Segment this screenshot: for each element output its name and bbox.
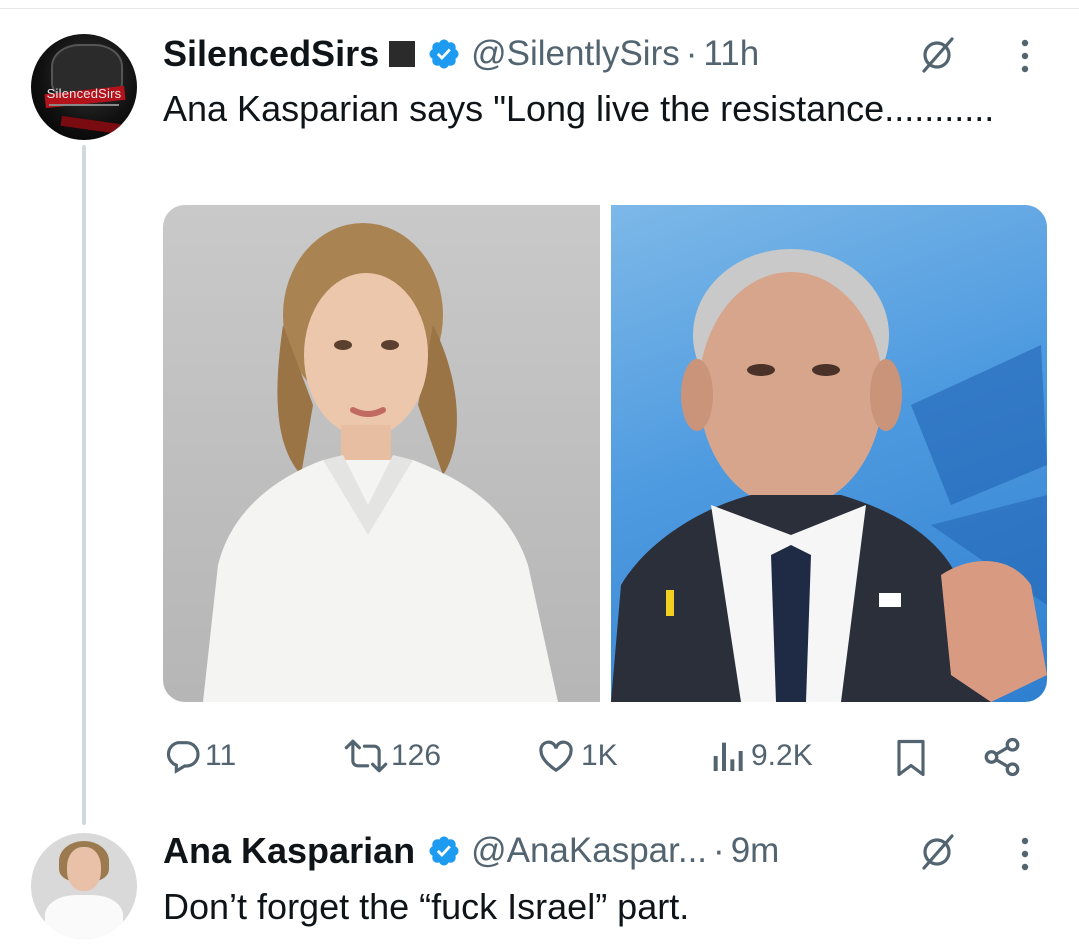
reply-icon	[166, 741, 200, 774]
reply-count: 11	[205, 739, 237, 772]
share-icon[interactable]	[981, 736, 1023, 778]
avatar-red-band-2	[60, 115, 122, 135]
avatar-silencedsirs[interactable]: SilencedSirs	[31, 34, 137, 140]
view-count: 9.2K	[751, 739, 813, 772]
more-options-icon[interactable]	[1018, 38, 1032, 78]
separator-dot: ·	[685, 34, 698, 73]
media-photo-man[interactable]	[611, 205, 1047, 702]
avatar-shirt	[45, 895, 123, 939]
timestamp[interactable]: 11h	[703, 34, 759, 74]
avatar-label: SilencedSirs	[46, 86, 122, 101]
views-icon	[713, 742, 743, 771]
display-name[interactable]: SilencedSirs	[163, 33, 379, 75]
media-photo-woman[interactable]	[163, 205, 600, 702]
reply-button[interactable]: 11	[163, 736, 236, 776]
like-icon	[539, 740, 573, 773]
black-square-emoji	[389, 41, 416, 67]
reply-separator-dot: ·	[713, 831, 725, 870]
reply-display-name[interactable]: Ana Kasparian	[163, 830, 415, 872]
like-count: 1K	[581, 739, 618, 772]
thread-connector-line	[82, 145, 86, 825]
bookmark-icon[interactable]	[893, 738, 929, 778]
tweet-actions-bar: 11 126 1K 9.2K	[163, 730, 1043, 780]
like-button[interactable]: 1K	[535, 736, 618, 776]
grok-icon[interactable]	[915, 33, 959, 77]
woman-portrait-illustration	[203, 223, 558, 702]
reply-user-handle[interactable]: @AnaKaspar...	[471, 831, 707, 871]
repost-count: 126	[391, 739, 442, 772]
avatar-ana-kasparian[interactable]	[31, 833, 137, 939]
tweet-text: Ana Kasparian says "Long live the resist…	[163, 88, 995, 129]
avatar-subline	[49, 104, 119, 106]
tweet-header: SilencedSirs @SilentlySirs · 11h	[163, 31, 759, 77]
verified-badge-icon	[429, 836, 459, 866]
more-options-icon[interactable]	[1018, 836, 1032, 876]
views-button[interactable]: 9.2K	[709, 736, 813, 776]
top-divider	[0, 8, 1079, 9]
reply-timestamp[interactable]: 9m	[731, 831, 780, 871]
avatar-face	[67, 847, 101, 891]
repost-icon	[344, 739, 388, 773]
verified-badge-icon	[429, 39, 459, 69]
reply-header: Ana Kasparian @AnaKaspar... · 9m	[163, 828, 779, 874]
grok-icon[interactable]	[915, 830, 959, 874]
tweet-media[interactable]	[163, 205, 1047, 702]
user-handle[interactable]: @SilentlySirs	[471, 34, 680, 74]
man-portrait-illustration	[611, 249, 1047, 702]
repost-button[interactable]: 126	[343, 736, 441, 776]
reply-text: Don’t forget the “fuck Israel” part.	[163, 886, 690, 927]
